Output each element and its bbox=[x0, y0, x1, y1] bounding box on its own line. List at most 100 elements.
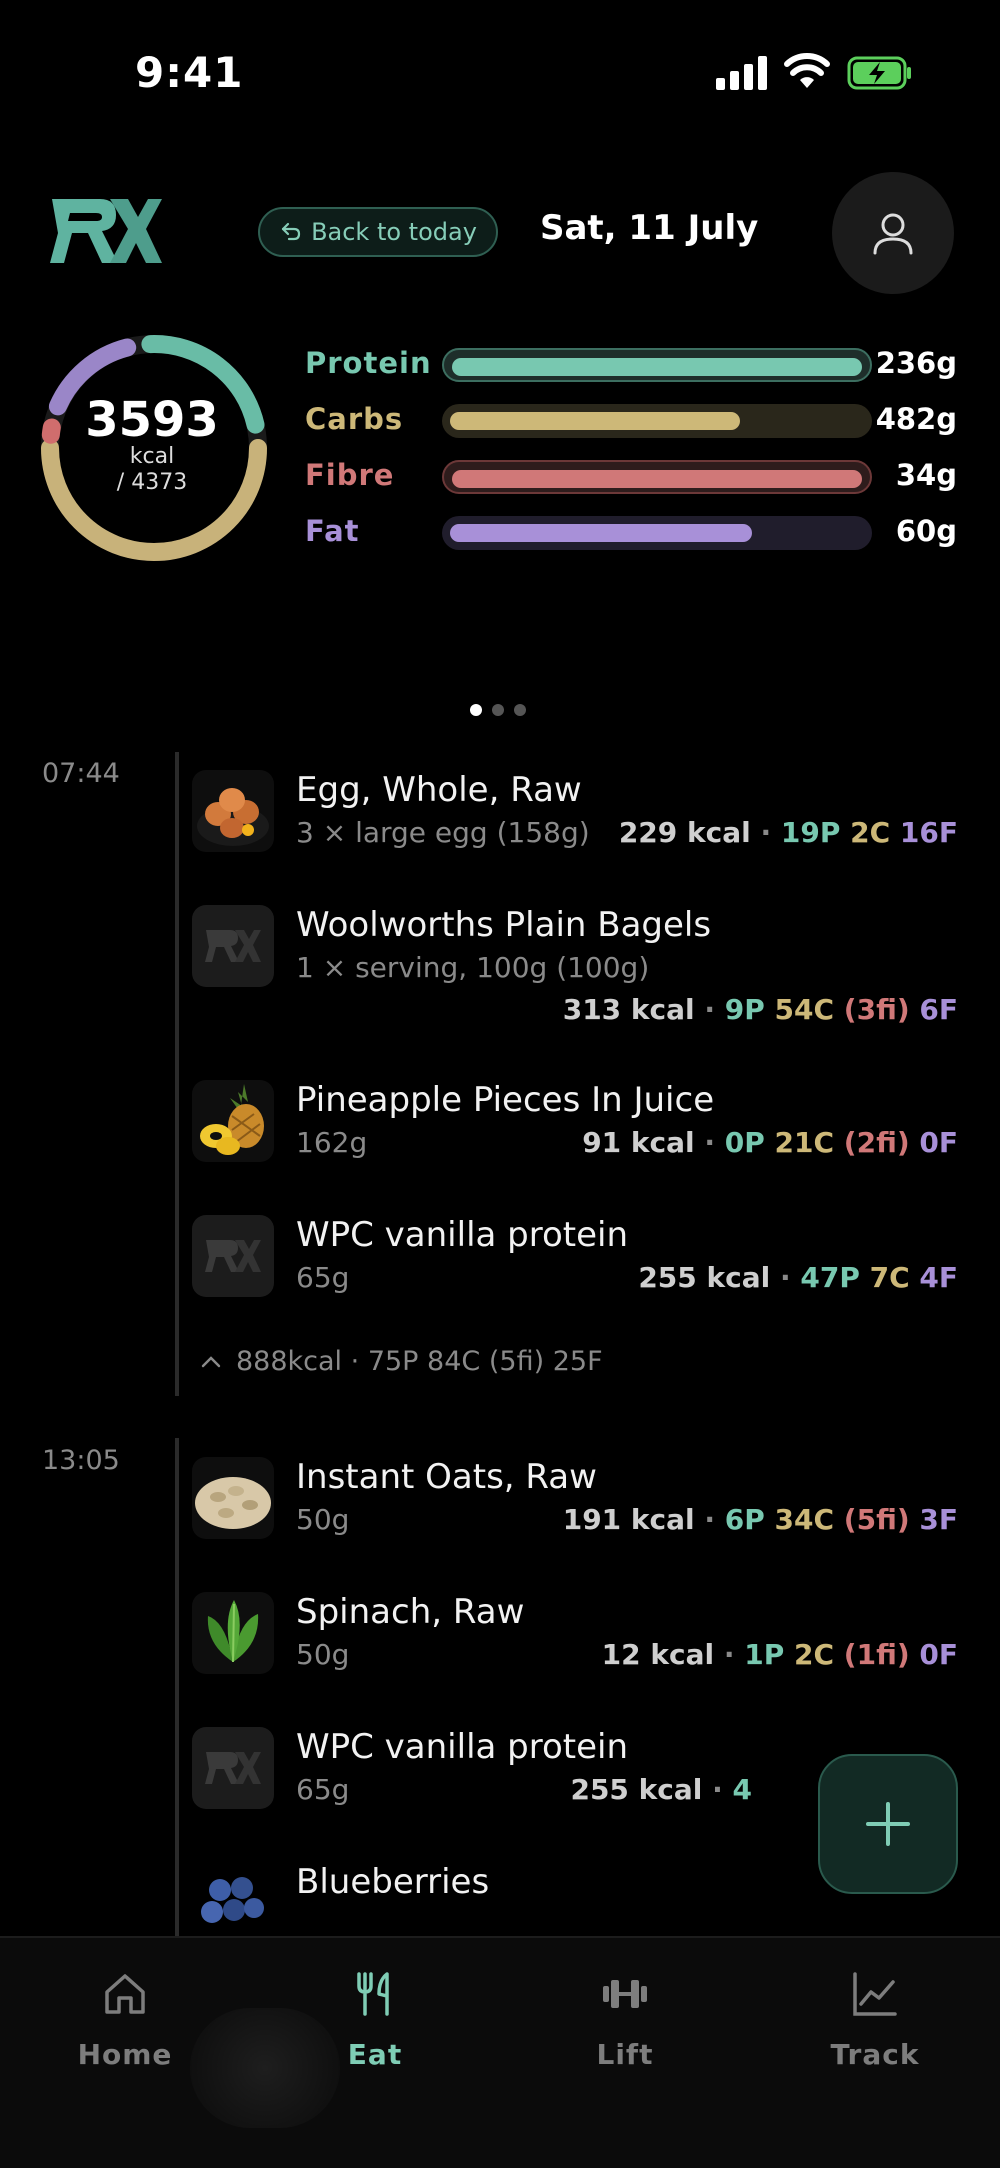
page-dot[interactable] bbox=[470, 704, 482, 716]
macro-value: 482g bbox=[875, 402, 957, 436]
oats-thumbnail bbox=[192, 1457, 274, 1539]
food-serving: 3 × large egg (158g) bbox=[296, 816, 590, 849]
macro-row-protein: Protein 236g bbox=[305, 342, 965, 384]
food-fat: 4F bbox=[919, 1261, 958, 1294]
cellular-signal-icon bbox=[716, 56, 767, 90]
rx-placeholder-icon bbox=[205, 930, 261, 962]
food-fibre: (2fi) bbox=[843, 1126, 910, 1159]
rx-placeholder-icon bbox=[205, 1752, 261, 1784]
macro-label: Fibre bbox=[305, 458, 395, 492]
food-macros: 255 kcal · 47P 7C 4F bbox=[638, 1261, 958, 1294]
macro-track bbox=[442, 348, 872, 382]
food-item[interactable]: Instant Oats, Raw 50g 191 kcal · 6P 34C … bbox=[192, 1457, 962, 1557]
fork-knife-icon bbox=[357, 1972, 389, 2016]
food-fat: 3F bbox=[919, 1503, 958, 1536]
food-fat: 0F bbox=[919, 1126, 958, 1159]
rx-logo bbox=[50, 199, 162, 263]
macro-track bbox=[442, 516, 872, 550]
macro-label: Fat bbox=[305, 514, 360, 548]
food-protein: 0P bbox=[724, 1126, 765, 1159]
food-serving: 50g bbox=[296, 1503, 350, 1536]
food-protein: 19P bbox=[780, 816, 841, 849]
food-name: Woolworths Plain Bagels bbox=[296, 905, 712, 945]
meal-summary-toggle[interactable]: 888kcal · 75P 84C (5fi) 25F bbox=[200, 1346, 603, 1377]
food-macros: 313 kcal · 9P 54C (3fi) 6F bbox=[562, 993, 958, 1026]
food-kcal: 91 kcal bbox=[582, 1126, 695, 1159]
food-fat: 6F bbox=[919, 993, 958, 1026]
food-serving: 65g bbox=[296, 1261, 350, 1294]
macro-row-fat: Fat 60g bbox=[305, 510, 965, 552]
food-name: Pineapple Pieces In Juice bbox=[296, 1080, 715, 1120]
user-icon bbox=[873, 213, 913, 255]
food-fibre: (5fi) bbox=[843, 1503, 910, 1536]
placeholder-logo-thumbnail bbox=[192, 905, 274, 987]
add-food-button[interactable] bbox=[818, 1754, 958, 1894]
food-kcal: 313 kcal bbox=[562, 993, 695, 1026]
food-fibre: (1fi) bbox=[843, 1638, 910, 1671]
tab-track[interactable]: Track bbox=[775, 1968, 975, 2078]
chevron-up-icon bbox=[201, 1355, 221, 1367]
back-to-today-label: Back to today bbox=[311, 218, 477, 246]
food-kcal: 229 kcal bbox=[618, 816, 751, 849]
tab-bar: Home Eat Lift Track bbox=[0, 1936, 1000, 2168]
food-macros: 91 kcal · 0P 21C (2fi) 0F bbox=[582, 1126, 958, 1159]
food-item[interactable]: WPC vanilla protein 65g 255 kcal · 47P 7… bbox=[192, 1215, 962, 1315]
food-protein: 1P bbox=[744, 1638, 785, 1671]
food-name: WPC vanilla protein bbox=[296, 1215, 629, 1255]
tab-label: Lift bbox=[596, 2038, 654, 2071]
food-serving: 65g bbox=[296, 1773, 350, 1806]
food-protein: 9P bbox=[724, 993, 765, 1026]
food-item[interactable]: Egg, Whole, Raw 3 × large egg (158g) 229… bbox=[192, 770, 962, 870]
food-name: Blueberries bbox=[296, 1862, 490, 1902]
return-arrow-icon bbox=[281, 222, 301, 241]
food-item[interactable]: Pineapple Pieces In Juice 162g 91 kcal ·… bbox=[192, 1080, 962, 1180]
meal-time: 13:05 bbox=[42, 1445, 120, 1476]
food-name: Egg, Whole, Raw bbox=[296, 770, 582, 810]
tab-eat[interactable]: Eat bbox=[275, 1968, 475, 2078]
calories-unit: kcal bbox=[129, 444, 175, 469]
macro-value: 236g bbox=[875, 346, 957, 380]
food-serving: 50g bbox=[296, 1638, 350, 1671]
food-fibre: (3fi) bbox=[843, 993, 910, 1026]
page-indicator[interactable] bbox=[470, 704, 534, 718]
macro-row-carbs: Carbs 482g bbox=[305, 398, 965, 440]
back-to-today-button[interactable]: Back to today bbox=[258, 207, 498, 257]
battery-charging-icon bbox=[847, 56, 911, 90]
food-macros: 12 kcal · 1P 2C (1fi) 0F bbox=[601, 1638, 958, 1671]
status-bar: 9:41 bbox=[0, 0, 1000, 150]
spinach-thumbnail bbox=[192, 1592, 274, 1674]
macro-track bbox=[442, 404, 872, 438]
macro-track bbox=[442, 460, 872, 494]
food-item[interactable]: Woolworths Plain Bagels 1 × serving, 100… bbox=[192, 905, 962, 1045]
tab-lift[interactable]: Lift bbox=[525, 1968, 725, 2078]
macro-value: 60g bbox=[895, 514, 957, 548]
food-carbs: 34C bbox=[774, 1503, 835, 1536]
date-title: Sat, 11 July bbox=[540, 208, 759, 248]
food-serving: 1 × serving, 100g (100g) bbox=[296, 951, 650, 984]
food-name: Spinach, Raw bbox=[296, 1592, 525, 1632]
profile-button[interactable] bbox=[832, 172, 954, 294]
page-dot[interactable] bbox=[492, 704, 504, 716]
tab-label: Track bbox=[830, 2038, 920, 2071]
food-carbs: 2C bbox=[850, 816, 891, 849]
dumbbell-icon bbox=[603, 1980, 647, 2008]
tab-home[interactable]: Home bbox=[25, 1968, 225, 2078]
plus-icon bbox=[866, 1802, 910, 1846]
page-dot[interactable] bbox=[514, 704, 526, 716]
food-protein: 6P bbox=[724, 1503, 765, 1536]
tab-label: Eat bbox=[347, 2038, 403, 2071]
macro-fill-fat bbox=[450, 524, 753, 542]
food-item[interactable]: Spinach, Raw 50g 12 kcal · 1P 2C (1fi) 0… bbox=[192, 1592, 962, 1692]
calories-consumed: 3593 bbox=[85, 392, 219, 448]
meal-timeline bbox=[175, 752, 179, 1396]
egg-thumbnail bbox=[192, 770, 274, 852]
food-fat: 16F bbox=[899, 816, 958, 849]
meal-time: 07:44 bbox=[42, 758, 120, 789]
macro-row-fibre: Fibre 34g bbox=[305, 454, 965, 496]
tab-label: Home bbox=[77, 2038, 173, 2071]
meal-summary-text: 888kcal · 75P 84C (5fi) 25F bbox=[236, 1346, 603, 1377]
food-kcal: 255 kcal bbox=[638, 1261, 771, 1294]
food-protein: 47P bbox=[800, 1261, 860, 1294]
placeholder-logo-thumbnail bbox=[192, 1727, 274, 1809]
macro-label: Protein bbox=[305, 346, 432, 380]
